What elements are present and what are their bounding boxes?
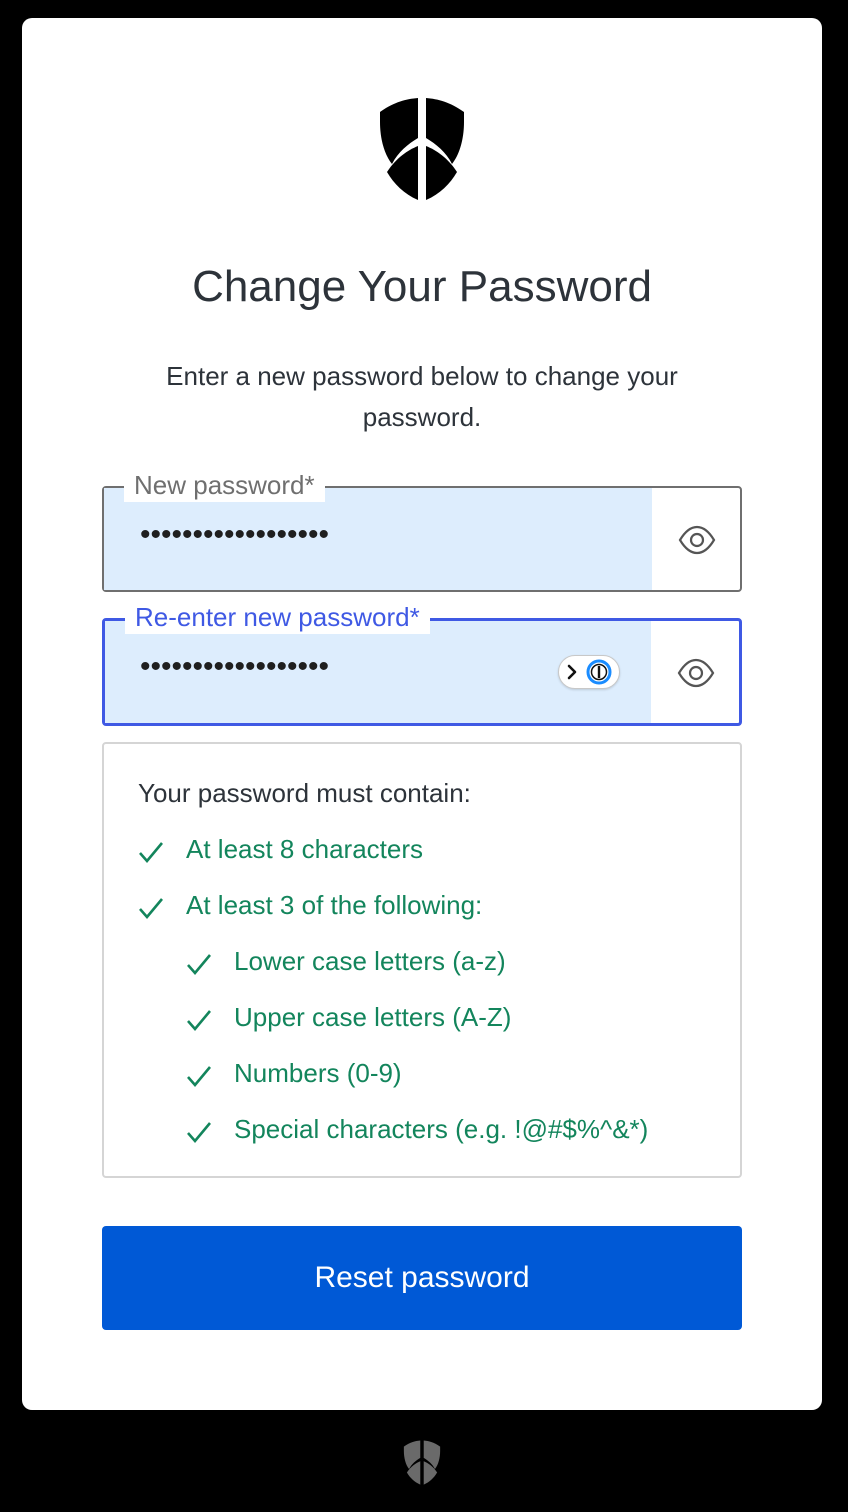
check-icon xyxy=(187,954,211,976)
new-password-label: New password* xyxy=(124,468,325,502)
page-subtitle: Enter a new password below to change you… xyxy=(166,361,678,432)
password-manager-badge-icon[interactable] xyxy=(558,655,620,689)
check-icon xyxy=(139,898,163,920)
check-icon xyxy=(187,1066,211,1088)
eye-icon[interactable] xyxy=(677,655,715,691)
shield-logo-icon xyxy=(380,98,464,200)
eye-icon[interactable] xyxy=(678,522,716,558)
confirm-password-field[interactable]: Re-enter new password* •••••••••••••••••… xyxy=(102,600,742,726)
check-icon xyxy=(139,842,163,864)
new-password-field[interactable]: New password* •••••••••••••••••• xyxy=(102,468,742,592)
confirm-password-input[interactable]: •••••••••••••••••• xyxy=(140,650,329,684)
new-password-input[interactable]: •••••••••••••••••• xyxy=(140,518,329,552)
reset-password-button[interactable]: Reset password xyxy=(102,1226,742,1330)
shield-logo-icon xyxy=(403,1440,441,1485)
password-reset-card: Change Your Password Enter a new passwor… xyxy=(22,18,822,1410)
requirements-title: Your password must contain: xyxy=(138,778,471,808)
check-icon xyxy=(187,1010,211,1032)
check-icon xyxy=(187,1122,211,1144)
password-requirements: Your password must contain: At least 8 c… xyxy=(102,742,742,1178)
page-title: Change Your Password xyxy=(192,262,652,311)
confirm-password-label: Re-enter new password* xyxy=(125,600,430,634)
